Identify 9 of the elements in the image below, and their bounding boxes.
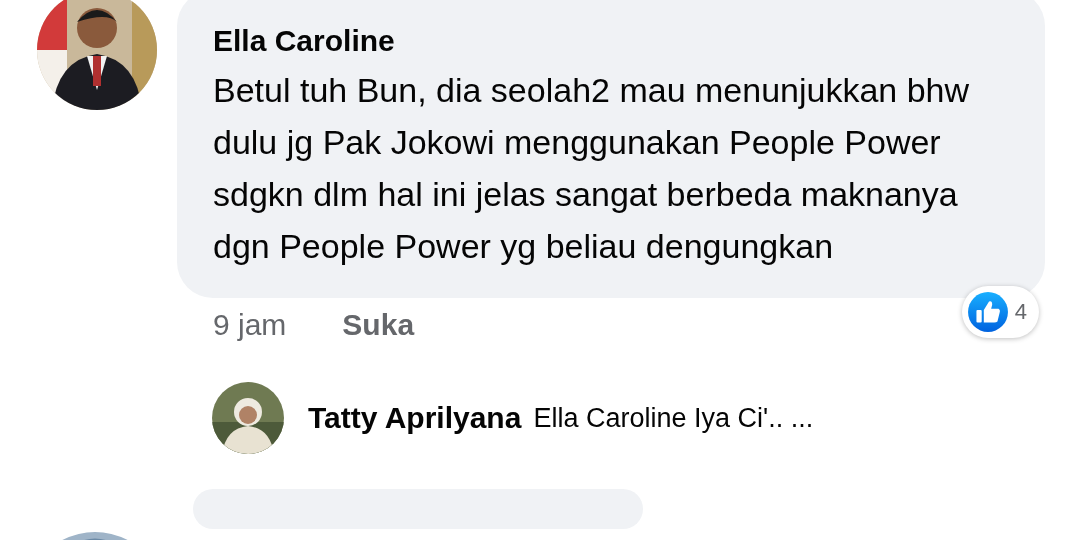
reaction-count: 4 bbox=[1014, 299, 1027, 325]
comment-text: Betul tuh Bun, dia seolah2 mau menunjukkan bhw dulu jg Pak Jokowi menggunakan People Power sdgkn dlm hal ini jelas sangat berbeda maknanya dgn People Power yg beliau dengungkan bbox=[213, 70, 971, 267]
like-link[interactable]: Suka bbox=[342, 308, 415, 342]
author-name[interactable]: Tatty Aprilyana bbox=[308, 401, 522, 435]
author-name[interactable]: Ella Caroline bbox=[213, 24, 395, 58]
comment-time: 9 jam bbox=[213, 308, 287, 342]
thumbs-up-icon bbox=[966, 291, 1009, 333]
reply-preview[interactable]: Ella Caroline Iya Ci'.. ... bbox=[533, 402, 814, 434]
reaction-badge[interactable]: 4 bbox=[961, 286, 1039, 338]
